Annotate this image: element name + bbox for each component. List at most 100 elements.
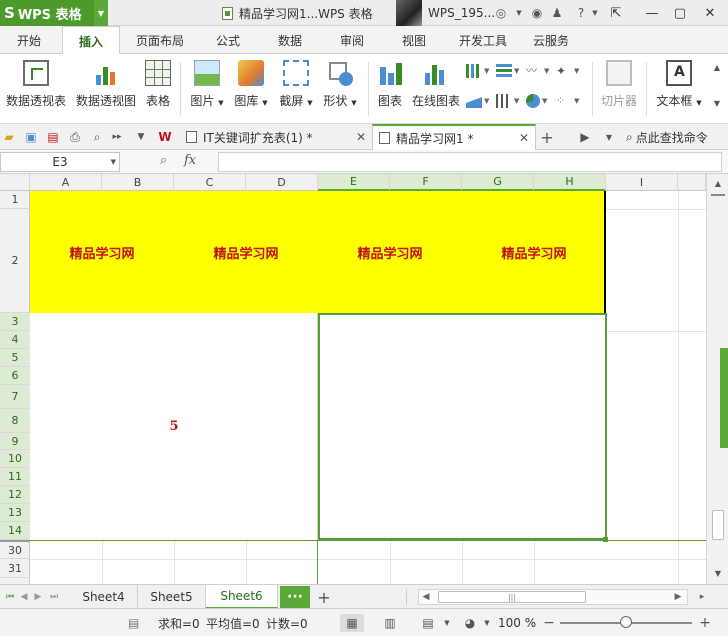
line-chart-dropdown[interactable]: 〰 ▼	[526, 62, 554, 80]
pivot-table-button[interactable]: 数据透视表	[4, 58, 68, 118]
spreadsheet-grid[interactable]: A B C D E F G H I 1 2 3 4 5 6 7 8 9 10 1…	[0, 174, 706, 584]
merged-cell-ab[interactable]: 精品学习网	[30, 191, 174, 313]
merged-cell-cd[interactable]: 精品学习网	[174, 191, 318, 313]
row-header[interactable]: 31	[0, 559, 30, 578]
tab-cloud[interactable]: 云服务	[522, 26, 580, 54]
zoom-icon[interactable]: ⌕	[160, 153, 167, 168]
minimize-button[interactable]: —	[638, 0, 666, 26]
row-header[interactable]: 7	[0, 385, 30, 409]
page-break-view-icon[interactable]: ▥	[378, 614, 402, 632]
hscroll-end-icon[interactable]: ▸	[696, 589, 708, 605]
column-header[interactable]: E	[318, 174, 390, 191]
view-chevron-icon[interactable]: ▼	[438, 614, 456, 632]
column-chart-dropdown[interactable]: ▼	[466, 62, 494, 80]
column-header[interactable]: C	[174, 174, 246, 191]
slicer-button[interactable]: 切片器	[598, 58, 640, 118]
row-header[interactable]: 6	[0, 367, 30, 385]
scatter-chart-dropdown[interactable]: ⁘ ▼	[556, 92, 584, 110]
radar-chart-dropdown[interactable]: ✦ ▼	[556, 62, 584, 80]
merged-cell-ef[interactable]: 精品学习网	[318, 191, 462, 313]
zoom-level[interactable]: 100 %	[498, 609, 536, 636]
row-header[interactable]: 30	[0, 540, 30, 559]
insert-function-icon[interactable]: fx	[184, 153, 196, 168]
table-button[interactable]: 表格	[142, 58, 174, 118]
doc-tab-jingpin[interactable]: 精品学习网1 * ✕	[372, 124, 536, 150]
print-preview-icon[interactable]: ⌕	[88, 128, 106, 146]
selected-range-e3-h14[interactable]	[318, 313, 607, 540]
column-header[interactable]: G	[462, 174, 534, 191]
close-tab-icon[interactable]: ✕	[356, 130, 366, 144]
area-chart-dropdown[interactable]: ▼	[466, 92, 494, 110]
column-header[interactable]: F	[390, 174, 462, 191]
horizontal-scroll-thumb[interactable]: |||	[438, 591, 586, 603]
sheet-tab-sheet4[interactable]: Sheet4	[70, 585, 138, 609]
cell-value[interactable]: 5	[30, 313, 318, 540]
add-sheet-button[interactable]: +	[317, 588, 330, 607]
row-header[interactable]: 8	[0, 409, 30, 433]
export-pdf-icon[interactable]: ▤	[44, 128, 62, 146]
bar-chart-dropdown[interactable]: ▼	[496, 62, 524, 80]
tab-home[interactable]: 开始	[0, 26, 58, 54]
maximize-button[interactable]: ▢	[666, 0, 694, 26]
ribbon-scroll-down-icon[interactable]: ▼	[708, 94, 726, 112]
row-header[interactable]: 14	[0, 522, 30, 540]
column-header[interactable]: B	[102, 174, 174, 191]
open-folder-icon[interactable]: ▰	[0, 128, 18, 146]
shapes-button[interactable]: 形状 ▼	[320, 58, 360, 118]
formula-input[interactable]	[218, 152, 722, 172]
customize-chevron-icon[interactable]: ▼	[132, 128, 150, 146]
skin-icon[interactable]: ◉	[528, 0, 546, 26]
prev-sheet-icon[interactable]: ◀	[18, 589, 30, 605]
row-header[interactable]: 1	[0, 191, 30, 209]
row-header[interactable]: 9	[0, 433, 30, 450]
vertical-scroll-thumb[interactable]	[712, 510, 724, 540]
tab-formulas[interactable]: 公式	[200, 26, 256, 54]
select-all-corner[interactable]	[0, 174, 30, 191]
row-header[interactable]: 11	[0, 468, 30, 486]
scroll-down-icon[interactable]: ▼	[709, 564, 727, 582]
side-panel-toggle[interactable]	[720, 348, 728, 448]
column-header[interactable]: H	[534, 174, 606, 191]
more-tools-icon[interactable]: ▸▸	[108, 128, 126, 146]
shirt-icon[interactable]: ♟	[548, 0, 566, 26]
status-calc-icon[interactable]: ▤	[128, 609, 139, 636]
tab-menu-icon[interactable]: ▾	[600, 128, 618, 146]
row-header[interactable]: 12	[0, 486, 30, 504]
name-box[interactable]: E3 ▼	[0, 152, 120, 172]
new-tab-icon[interactable]: +	[538, 128, 556, 147]
wps-home-icon[interactable]: W	[156, 128, 174, 146]
row-header[interactable]: 4	[0, 331, 30, 349]
tab-developer[interactable]: 开发工具	[450, 26, 516, 54]
column-header[interactable]	[678, 174, 706, 191]
chevron-down-icon[interactable]: ▼	[111, 158, 116, 166]
save-icon[interactable]: ▣	[22, 128, 40, 146]
sheet-tab-sheet6[interactable]: Sheet6	[206, 585, 278, 609]
picture-button[interactable]: 图片 ▼	[188, 58, 226, 118]
user-name[interactable]: WPS_195...	[428, 0, 495, 26]
column-header[interactable]: D	[246, 174, 318, 191]
find-command-button[interactable]: ⌕ 点此查找命令	[626, 124, 708, 150]
zoom-in-icon[interactable]: +	[696, 614, 714, 632]
tab-data[interactable]: 数据	[262, 26, 318, 54]
user-menu-chevron-icon[interactable]: ▼	[510, 0, 528, 26]
page-layout-view-icon[interactable]: ▤	[416, 614, 440, 632]
normal-view-icon[interactable]: ▦	[340, 614, 364, 632]
scroll-right-icon[interactable]: ▶	[672, 589, 684, 605]
zoom-slider-knob[interactable]	[620, 616, 632, 628]
tab-page-layout[interactable]: 页面布局	[128, 26, 192, 54]
online-chart-button[interactable]: 在线图表	[410, 58, 462, 118]
row-header[interactable]: 10	[0, 450, 30, 468]
more-sheets-button[interactable]: ···	[280, 586, 310, 608]
tab-review[interactable]: 审阅	[324, 26, 380, 54]
row-header[interactable]: 2	[0, 209, 30, 313]
column-header[interactable]: A	[30, 174, 102, 191]
textbox-button[interactable]: 文本框 ▼	[654, 58, 704, 118]
close-tab-icon[interactable]: ✕	[519, 131, 529, 145]
split-handle[interactable]	[711, 194, 725, 200]
last-sheet-icon[interactable]: ⏭	[48, 589, 60, 605]
scroll-left-icon[interactable]: ◀	[420, 589, 432, 605]
first-sheet-icon[interactable]: ⏮	[4, 589, 16, 605]
chart-button[interactable]: 图表	[374, 58, 406, 118]
row-header[interactable]: 3	[0, 313, 30, 331]
next-sheet-icon[interactable]: ▶	[32, 589, 44, 605]
